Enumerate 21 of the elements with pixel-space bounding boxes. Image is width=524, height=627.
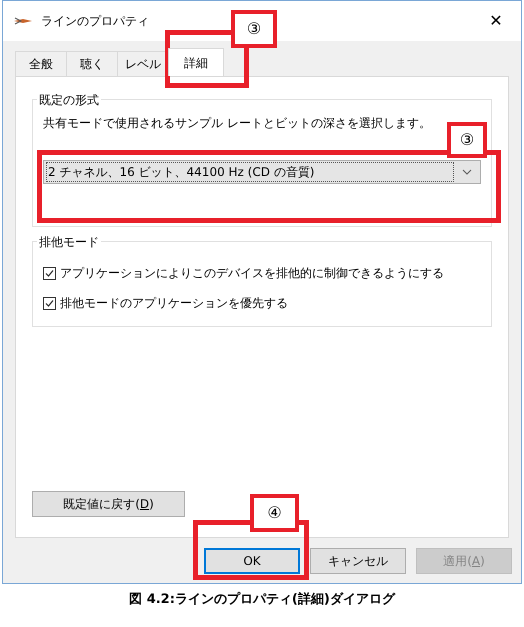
chevron-down-icon bbox=[462, 169, 472, 175]
checkbox[interactable] bbox=[43, 266, 56, 280]
checkbox-label: アプリケーションによりこのデバイスを排他的に制御できるようにする bbox=[60, 265, 444, 282]
dialog-button[interactable]: OK bbox=[204, 548, 300, 574]
figure-caption: 図 4.2:ラインのプロパティ(詳細)ダイアログ bbox=[128, 590, 396, 609]
tab[interactable]: 全般 bbox=[15, 51, 67, 76]
format-dropdown[interactable]: 2 チャネル、16 ビット、44100 Hz (CD の音質) bbox=[43, 160, 481, 184]
description-text: 共有モードで使用されるサンプル レートとビットの深さを選択します。 bbox=[43, 115, 432, 132]
restore-defaults-button[interactable]: 既定値に戻す(D) bbox=[32, 491, 185, 517]
callout-label: ④ bbox=[250, 494, 299, 532]
audio-jack-icon bbox=[13, 16, 33, 26]
checkbox[interactable] bbox=[43, 296, 56, 310]
close-button[interactable]: ✕ bbox=[481, 6, 511, 36]
group-title: 排他モード bbox=[37, 233, 101, 251]
checkbox-label: 排他モードのアプリケーションを優先する bbox=[60, 295, 288, 312]
tab[interactable]: 詳細 bbox=[168, 48, 224, 76]
dialog-button[interactable]: キャンセル bbox=[310, 548, 406, 574]
callout-label: ③ bbox=[447, 122, 487, 158]
callout-label: ③ bbox=[231, 10, 277, 48]
group-title: 既定の形式 bbox=[37, 91, 101, 109]
window-title: ラインのプロパティ bbox=[41, 13, 149, 30]
